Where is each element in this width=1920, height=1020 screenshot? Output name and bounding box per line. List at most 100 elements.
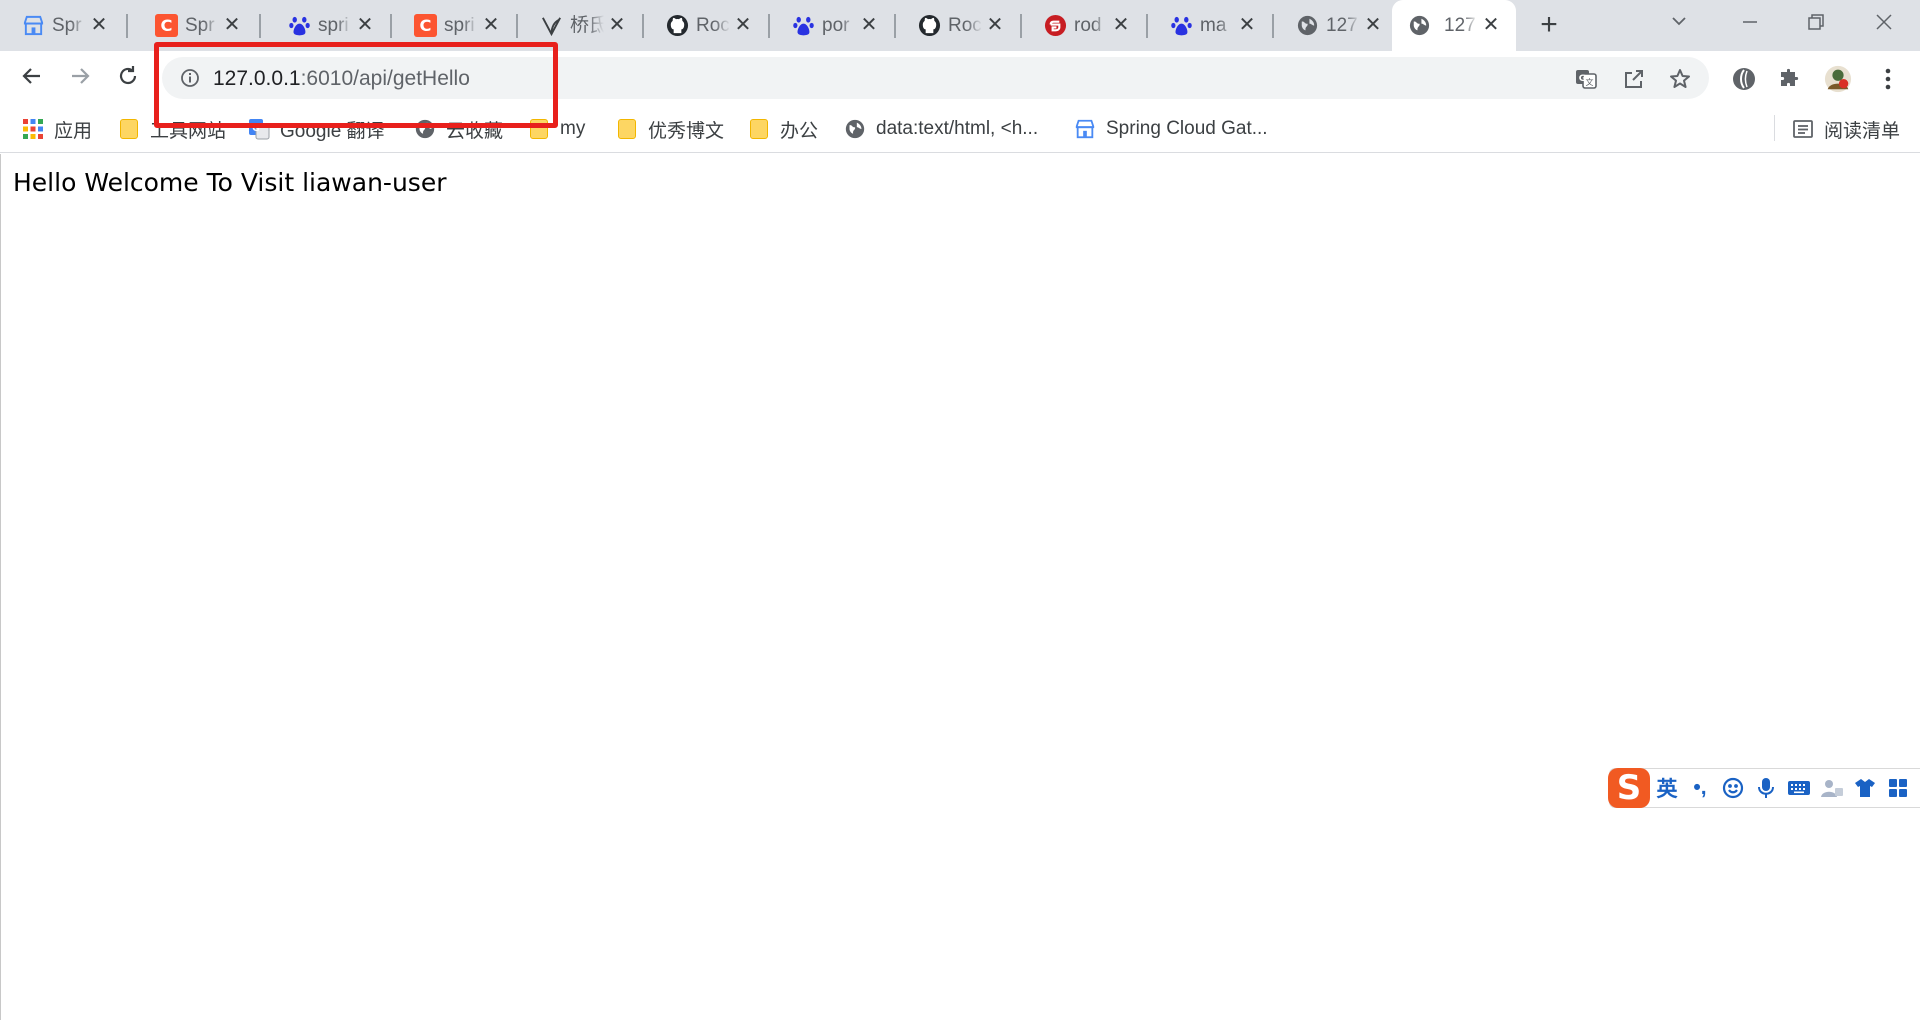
- tab-separator: [126, 14, 128, 38]
- extensions-puzzle-icon[interactable]: [1776, 65, 1804, 93]
- ime-punctuation-toggle[interactable]: •,: [1684, 772, 1716, 804]
- emoji-icon[interactable]: [1717, 772, 1749, 804]
- svg-text:文: 文: [1586, 77, 1594, 87]
- restore-button[interactable]: [1800, 8, 1832, 40]
- folder-icon: [748, 118, 770, 140]
- forward-button[interactable]: [62, 60, 98, 96]
- new-tab-button[interactable]: +: [1531, 10, 1567, 42]
- storefront-icon: [1074, 118, 1096, 140]
- tab-title: 桥氐: [570, 15, 604, 36]
- close-icon[interactable]: ✕: [1480, 14, 1502, 36]
- arrow-right-icon: [68, 64, 92, 93]
- tab-title: Roc: [696, 15, 730, 36]
- sogou-logo-icon[interactable]: S: [1608, 768, 1650, 808]
- close-icon[interactable]: ✕: [732, 14, 754, 36]
- bookmark-star-icon[interactable]: [1668, 67, 1692, 91]
- bookmark-label: 办公: [780, 120, 819, 142]
- tab-title: rod: [1074, 15, 1102, 36]
- ime-mode-toggle[interactable]: 英: [1651, 772, 1683, 804]
- tab-title: ma: [1200, 15, 1227, 36]
- keyboard-icon[interactable]: [1783, 772, 1815, 804]
- shield-leaf-icon: [540, 14, 563, 37]
- folder-icon: [118, 118, 140, 140]
- tab-title: Spr: [185, 15, 215, 36]
- close-icon[interactable]: ✕: [606, 14, 628, 36]
- more-menu-icon[interactable]: [1874, 65, 1902, 93]
- baidu-paw-icon: [1170, 14, 1193, 37]
- reload-icon: [116, 64, 140, 93]
- close-icon[interactable]: ✕: [480, 14, 502, 36]
- tab[interactable]: Roc ✕: [644, 0, 770, 51]
- close-icon[interactable]: ✕: [1110, 14, 1132, 36]
- gitee-icon: [1044, 14, 1067, 37]
- close-icon[interactable]: ✕: [858, 14, 880, 36]
- arrow-left-icon: [20, 64, 44, 93]
- bookmark-label: 优秀博文: [648, 120, 725, 142]
- close-window-button[interactable]: [1868, 8, 1900, 40]
- csdn-icon: C: [414, 14, 437, 37]
- svg-text:C: C: [420, 16, 432, 35]
- profile-avatar[interactable]: [1824, 65, 1852, 93]
- translate-icon[interactable]: G文: [1574, 67, 1598, 91]
- tab[interactable]: 127 ✕: [1274, 0, 1390, 51]
- tab-title: 127: [1444, 15, 1476, 36]
- bookmark-item[interactable]: Spring Cloud Gat...: [1074, 115, 1268, 143]
- tab-title: 127: [1326, 15, 1358, 36]
- tab-title: por: [822, 15, 850, 36]
- close-icon[interactable]: ✕: [1362, 14, 1384, 36]
- tab[interactable]: Spr ✕: [0, 0, 128, 51]
- tab-search-icon[interactable]: [1663, 8, 1695, 40]
- reload-button[interactable]: [110, 60, 146, 96]
- close-icon[interactable]: ✕: [354, 14, 376, 36]
- microphone-icon[interactable]: [1750, 772, 1782, 804]
- bookmark-apps[interactable]: 应用: [22, 115, 92, 143]
- folder-icon: [616, 118, 638, 140]
- user-account-icon[interactable]: [1816, 772, 1848, 804]
- baidu-paw-icon: [288, 14, 311, 37]
- baidu-paw-icon: [792, 14, 815, 37]
- close-icon[interactable]: ✕: [984, 14, 1006, 36]
- reading-list-button[interactable]: 阅读清单: [1792, 115, 1900, 143]
- share-icon[interactable]: [1622, 67, 1646, 91]
- tab-title: spri: [444, 15, 475, 36]
- tab[interactable]: Roc ✕: [896, 0, 1022, 51]
- bookmarks-divider: [1774, 115, 1775, 141]
- tab-active[interactable]: 127 ✕: [1392, 0, 1516, 51]
- tab-separator: [259, 14, 261, 38]
- tab[interactable]: rod ✕: [1022, 0, 1148, 51]
- bookmark-label: 应用: [54, 120, 93, 142]
- page-body-text: Hello Welcome To Visit liawan-user: [13, 168, 447, 197]
- globe-icon: [1408, 14, 1431, 37]
- tab-title: Roc: [948, 15, 982, 36]
- tab[interactable]: ma ✕: [1148, 0, 1274, 51]
- bookmark-folder[interactable]: 优秀博文: [616, 115, 724, 143]
- reading-list-label: 阅读清单: [1824, 120, 1901, 142]
- back-button[interactable]: [14, 60, 50, 96]
- bookmark-label: data:text/html, <h...: [876, 118, 1039, 139]
- github-icon: [918, 14, 941, 37]
- svg-text:C: C: [161, 16, 173, 35]
- highlight-annotation-box: [154, 42, 558, 128]
- close-icon[interactable]: ✕: [1236, 14, 1258, 36]
- minimize-button[interactable]: [1734, 8, 1766, 40]
- bookmark-label: my: [560, 118, 586, 139]
- bookmark-item[interactable]: data:text/html, <h...: [844, 115, 1038, 143]
- bookmark-folder[interactable]: 办公: [748, 115, 818, 143]
- close-icon[interactable]: ✕: [221, 14, 243, 36]
- toolbox-grid-icon[interactable]: [1882, 772, 1914, 804]
- apps-grid-icon: [22, 118, 44, 140]
- csdn-icon: C: [155, 14, 178, 37]
- storefront-icon: [22, 14, 45, 37]
- globe-icon: [844, 118, 866, 140]
- extension-shell-icon[interactable]: [1730, 65, 1758, 93]
- close-icon[interactable]: ✕: [88, 14, 110, 36]
- tab[interactable]: por ✕: [770, 0, 896, 51]
- ime-toolbar[interactable]: S 英 •,: [1608, 768, 1920, 808]
- github-icon: [666, 14, 689, 37]
- tab-title: Spr: [52, 15, 82, 36]
- bookmark-label: Spring Cloud Gat...: [1106, 118, 1268, 139]
- skin-shirt-icon[interactable]: [1849, 772, 1881, 804]
- globe-icon: [1296, 14, 1319, 37]
- page-content: Hello Welcome To Visit liawan-user S 英 •…: [0, 154, 1920, 1020]
- tab-title: spri: [318, 15, 349, 36]
